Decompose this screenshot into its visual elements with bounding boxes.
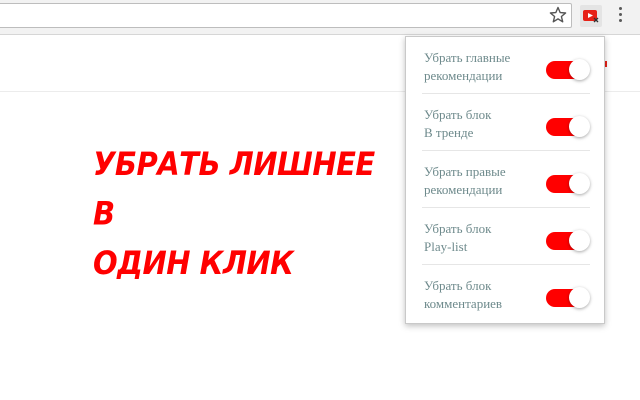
toggle-comments[interactable] [546, 287, 590, 308]
option-label-line1: Убрать блок [424, 278, 492, 293]
option-label: Убрать блок Play-list [424, 220, 542, 256]
option-label: Убрать блок комментариев [424, 277, 542, 313]
option-label-line1: Убрать блок [424, 221, 492, 236]
youtube-extension-icon[interactable] [580, 5, 602, 27]
toggle-knob [569, 59, 590, 80]
toggle-trending[interactable] [546, 116, 590, 137]
promo-line-3: ОДИН КЛИК [93, 244, 294, 282]
option-row-playlist: Убрать блок Play-list [422, 208, 590, 265]
toggle-knob [569, 173, 590, 194]
option-row-comments: Убрать блок комментариев [422, 265, 590, 322]
toggle-main-recommendations[interactable] [546, 59, 590, 80]
option-label-line2: рекомендации [424, 68, 503, 83]
browser-toolbar [0, 0, 640, 35]
option-label: Убрать главные рекомендации [424, 49, 542, 85]
option-label: Убрать блок В тренде [424, 106, 542, 142]
option-label: Убрать правые рекомендации [424, 163, 542, 199]
menu-icon[interactable] [612, 7, 628, 27]
address-bar[interactable] [0, 3, 572, 28]
option-label-line2: комментариев [424, 296, 503, 311]
option-label-line2: рекомендации [424, 182, 503, 197]
promo-text: УБРАТЬ ЛИШНЕЕ В ОДИН КЛИК [93, 140, 375, 289]
option-label-line1: Убрать блок [424, 107, 492, 122]
toggle-knob [569, 230, 590, 251]
toggle-knob [569, 287, 590, 308]
option-label-line1: Убрать главные [424, 50, 511, 65]
option-label-line2: Play-list [424, 239, 468, 254]
promo-line-2: В [93, 195, 115, 233]
option-row-trending: Убрать блок В тренде [422, 94, 590, 151]
promo-line-1: УБРАТЬ ЛИШНЕЕ [93, 145, 375, 183]
toggle-knob [569, 116, 590, 137]
toggle-right-recommendations[interactable] [546, 173, 590, 194]
option-label-line1: Убрать правые [424, 164, 506, 179]
extension-popup: Убрать главные рекомендации Убрать блок … [405, 36, 605, 324]
star-icon[interactable] [548, 5, 568, 25]
option-row-right-recommendations: Убрать правые рекомендации [422, 151, 590, 208]
option-label-line2: В тренде [424, 125, 474, 140]
option-row-main-recommendations: Убрать главные рекомендации [422, 37, 590, 94]
toggle-playlist[interactable] [546, 230, 590, 251]
